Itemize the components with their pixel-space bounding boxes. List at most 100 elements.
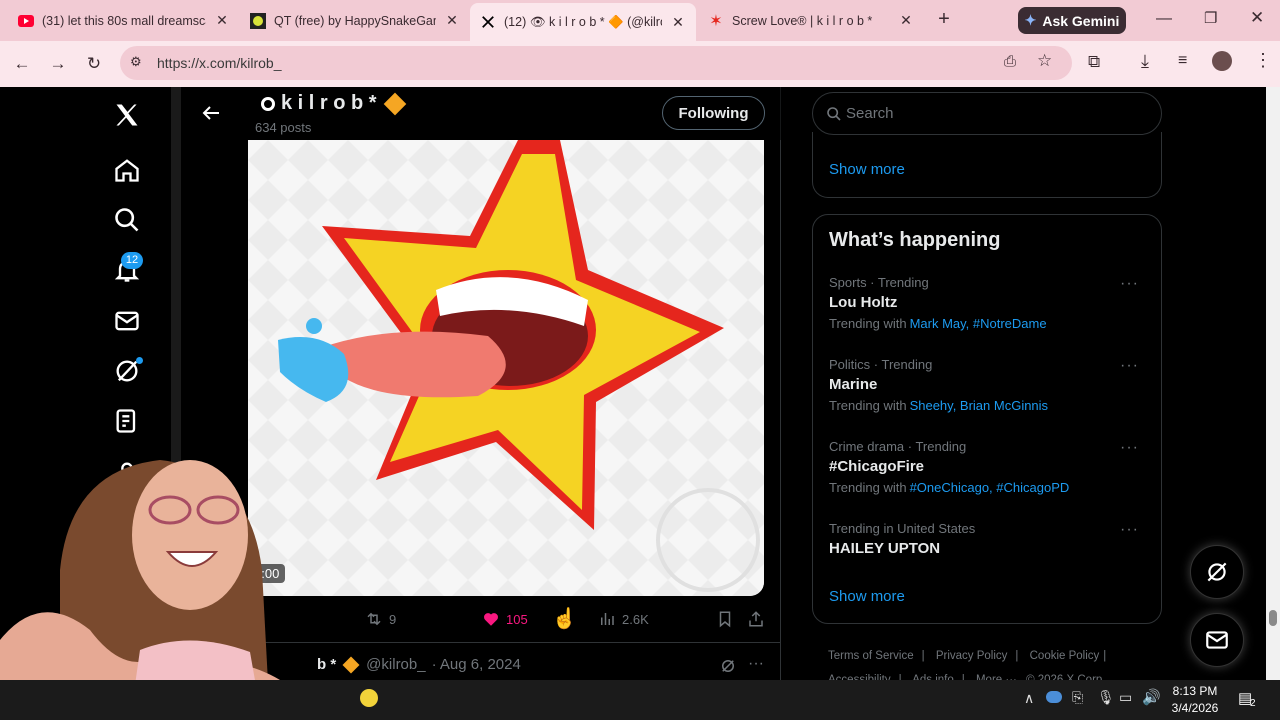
grok-dot	[136, 357, 143, 364]
trend-meta: Crime drama · Trending	[829, 439, 967, 454]
microphone-icon[interactable]: 🎙	[1097, 689, 1115, 706]
trend-item[interactable]: Trending in United States HAILEY UPTON ·…	[829, 521, 1147, 557]
notifications-bell-icon[interactable]: 12	[113, 252, 143, 284]
close-tab-icon[interactable]: ✕	[898, 12, 914, 29]
hand-cursor-icon: ☝	[552, 608, 577, 630]
share-icon[interactable]	[747, 610, 765, 628]
tab-itch[interactable]: QT (free) by HappySnakeGames ✕	[240, 6, 470, 35]
trend-with-links[interactable]: #OneChicago, #ChicagoPD	[910, 480, 1070, 495]
grok-icon[interactable]	[113, 357, 143, 385]
following-button[interactable]: Following	[662, 96, 765, 130]
tray-chevron-icon[interactable]: ∧	[1024, 690, 1034, 707]
like-button[interactable]: 105	[482, 610, 528, 628]
trend-title: Marine	[829, 376, 878, 393]
page-scrollbar[interactable]	[1266, 87, 1280, 680]
browser-tab-strip: (31) let this 80s mall dreamscape ✕ QT (…	[0, 0, 1280, 41]
trend-more-icon[interactable]: ···	[1120, 275, 1139, 293]
tab-x-profile[interactable]: (12) 👁 k i l r o b * 🔶 (@kilrob_ ✕	[470, 3, 696, 41]
back-icon[interactable]: ←	[10, 52, 34, 76]
volume-icon[interactable]: 🔊	[1142, 688, 1161, 706]
right-sidebar: Search Show more What’s happening Sports…	[782, 87, 1266, 686]
grok-icon[interactable]	[719, 657, 737, 675]
messages-icon[interactable]	[113, 307, 141, 335]
taskbar-clock[interactable]: 8:13 PM 3/4/2026	[1164, 683, 1226, 717]
explore-search-icon[interactable]	[113, 206, 141, 234]
youtube-icon	[18, 13, 34, 29]
tab-title: (31) let this 80s mall dreamscape	[42, 13, 206, 28]
gemini-sparkle-icon: ✦	[1024, 12, 1037, 28]
tab-screw-love[interactable]: ✶ Screw Love® | k i l r o b * ✕	[698, 6, 924, 35]
trend-more-icon[interactable]: ···	[1120, 521, 1139, 539]
mail-icon	[1206, 631, 1228, 649]
trend-item[interactable]: Politics · Trending Marine Trending with…	[829, 357, 1147, 413]
minimize-icon[interactable]: —	[1156, 10, 1172, 28]
section-title: What’s happening	[829, 229, 1001, 251]
network-icon[interactable]: ▭	[1119, 689, 1132, 706]
views-button[interactable]: 2.6K	[598, 610, 649, 628]
new-tab-button[interactable]: +	[934, 8, 954, 32]
retweet-button[interactable]: 9	[365, 610, 396, 628]
forward-icon[interactable]: →	[46, 52, 70, 76]
trend-with-links[interactable]: Mark May, #NotreDame	[910, 316, 1047, 331]
like-count: 105	[506, 611, 528, 627]
trend-with: Trending with #OneChicago, #ChicagoPD	[829, 480, 1147, 495]
cookie-link[interactable]: Cookie Policy	[1030, 650, 1100, 662]
search-box[interactable]: Search	[812, 92, 1162, 135]
close-tab-icon[interactable]: ✕	[670, 14, 686, 31]
omnibox[interactable]: ⚙ https://x.com/kilrob_ ⎙ ☆	[120, 46, 1072, 80]
whats-happening-panel: What’s happening Sports · Trending Lou H…	[812, 214, 1162, 624]
close-tab-icon[interactable]: ✕	[444, 12, 460, 29]
trend-item[interactable]: Sports · Trending Lou Holtz Trending wit…	[829, 275, 1147, 331]
menu-icon[interactable]: ⋮	[1254, 50, 1272, 71]
webcam-overlay-person	[0, 440, 330, 720]
trend-title: HAILEY UPTON	[829, 540, 941, 557]
who-to-follow-panel: Show more	[812, 132, 1162, 198]
scrollbar-thumb[interactable]	[1269, 610, 1277, 626]
lists-icon[interactable]	[113, 407, 141, 435]
profile-name-row: k i l r o b *	[261, 92, 406, 115]
privacy-link[interactable]: Privacy Policy	[936, 650, 1008, 662]
trend-more-icon[interactable]: ···	[1120, 357, 1139, 375]
profile-avatar-icon[interactable]	[1212, 51, 1232, 71]
onedrive-icon[interactable]	[1046, 691, 1062, 703]
tray-camera-icon[interactable]: ⎘	[1072, 689, 1083, 706]
site-info-icon[interactable]: ⚙	[130, 54, 142, 70]
extensions-icon[interactable]: ⧉	[1088, 52, 1100, 72]
download-icon[interactable]: ⤓	[1141, 51, 1149, 72]
home-icon[interactable]	[113, 156, 141, 184]
trend-more-icon[interactable]: ···	[1120, 439, 1139, 457]
bookmark-star-icon[interactable]: ☆	[1037, 51, 1052, 71]
reload-icon[interactable]: ↻	[82, 52, 106, 76]
grok-float-button[interactable]	[1190, 545, 1244, 599]
more-options-icon[interactable]: ···	[748, 655, 764, 673]
media-control-icon[interactable]: ≡	[1178, 52, 1187, 70]
tab-youtube[interactable]: (31) let this 80s mall dreamscape ✕	[8, 6, 240, 35]
x-logo-icon[interactable]	[113, 101, 141, 129]
messages-float-button[interactable]	[1190, 613, 1244, 667]
url-text[interactable]: https://x.com/kilrob_	[157, 55, 282, 71]
close-window-icon[interactable]: ✕	[1250, 8, 1264, 28]
trend-with-links[interactable]: Sheehy, Brian McGinnis	[910, 398, 1049, 413]
terms-link[interactable]: Terms of Service	[828, 650, 914, 662]
show-more-link[interactable]: Show more	[829, 588, 905, 605]
grok-icon	[1207, 562, 1227, 582]
windows-taskbar: ∧ ⎘ 🎙 ▭ 🔊 8:13 PM 3/4/2026 ▤ 2	[0, 680, 1280, 720]
trend-title: #ChicagoFire	[829, 458, 925, 475]
bookmark-icon[interactable]	[716, 610, 734, 628]
search-input[interactable]: Search	[846, 105, 894, 122]
restore-icon[interactable]: ❐	[1204, 9, 1217, 27]
taskbar-app-icon[interactable]	[360, 689, 378, 707]
notification-count: 2	[1250, 698, 1256, 709]
next-post-date[interactable]: · Aug 6, 2024	[432, 656, 521, 673]
tab-title: Screw Love® | k i l r o b *	[732, 13, 873, 28]
back-arrow-icon[interactable]	[199, 101, 223, 125]
trend-meta: Politics · Trending	[829, 357, 933, 372]
trend-item[interactable]: Crime drama · Trending #ChicagoFire Tren…	[829, 439, 1147, 495]
next-post-handle[interactable]: @kilrob_	[366, 656, 425, 673]
show-more-link[interactable]: Show more	[829, 161, 905, 178]
ask-gemini-button[interactable]: ✦ Ask Gemini	[1018, 7, 1126, 34]
close-tab-icon[interactable]: ✕	[214, 12, 230, 29]
trend-title: Lou Holtz	[829, 294, 898, 311]
install-app-icon[interactable]: ⎙	[1004, 53, 1016, 70]
tab-title: (12) 👁 k i l r o b * 🔶 (@kilrob_	[504, 14, 662, 29]
